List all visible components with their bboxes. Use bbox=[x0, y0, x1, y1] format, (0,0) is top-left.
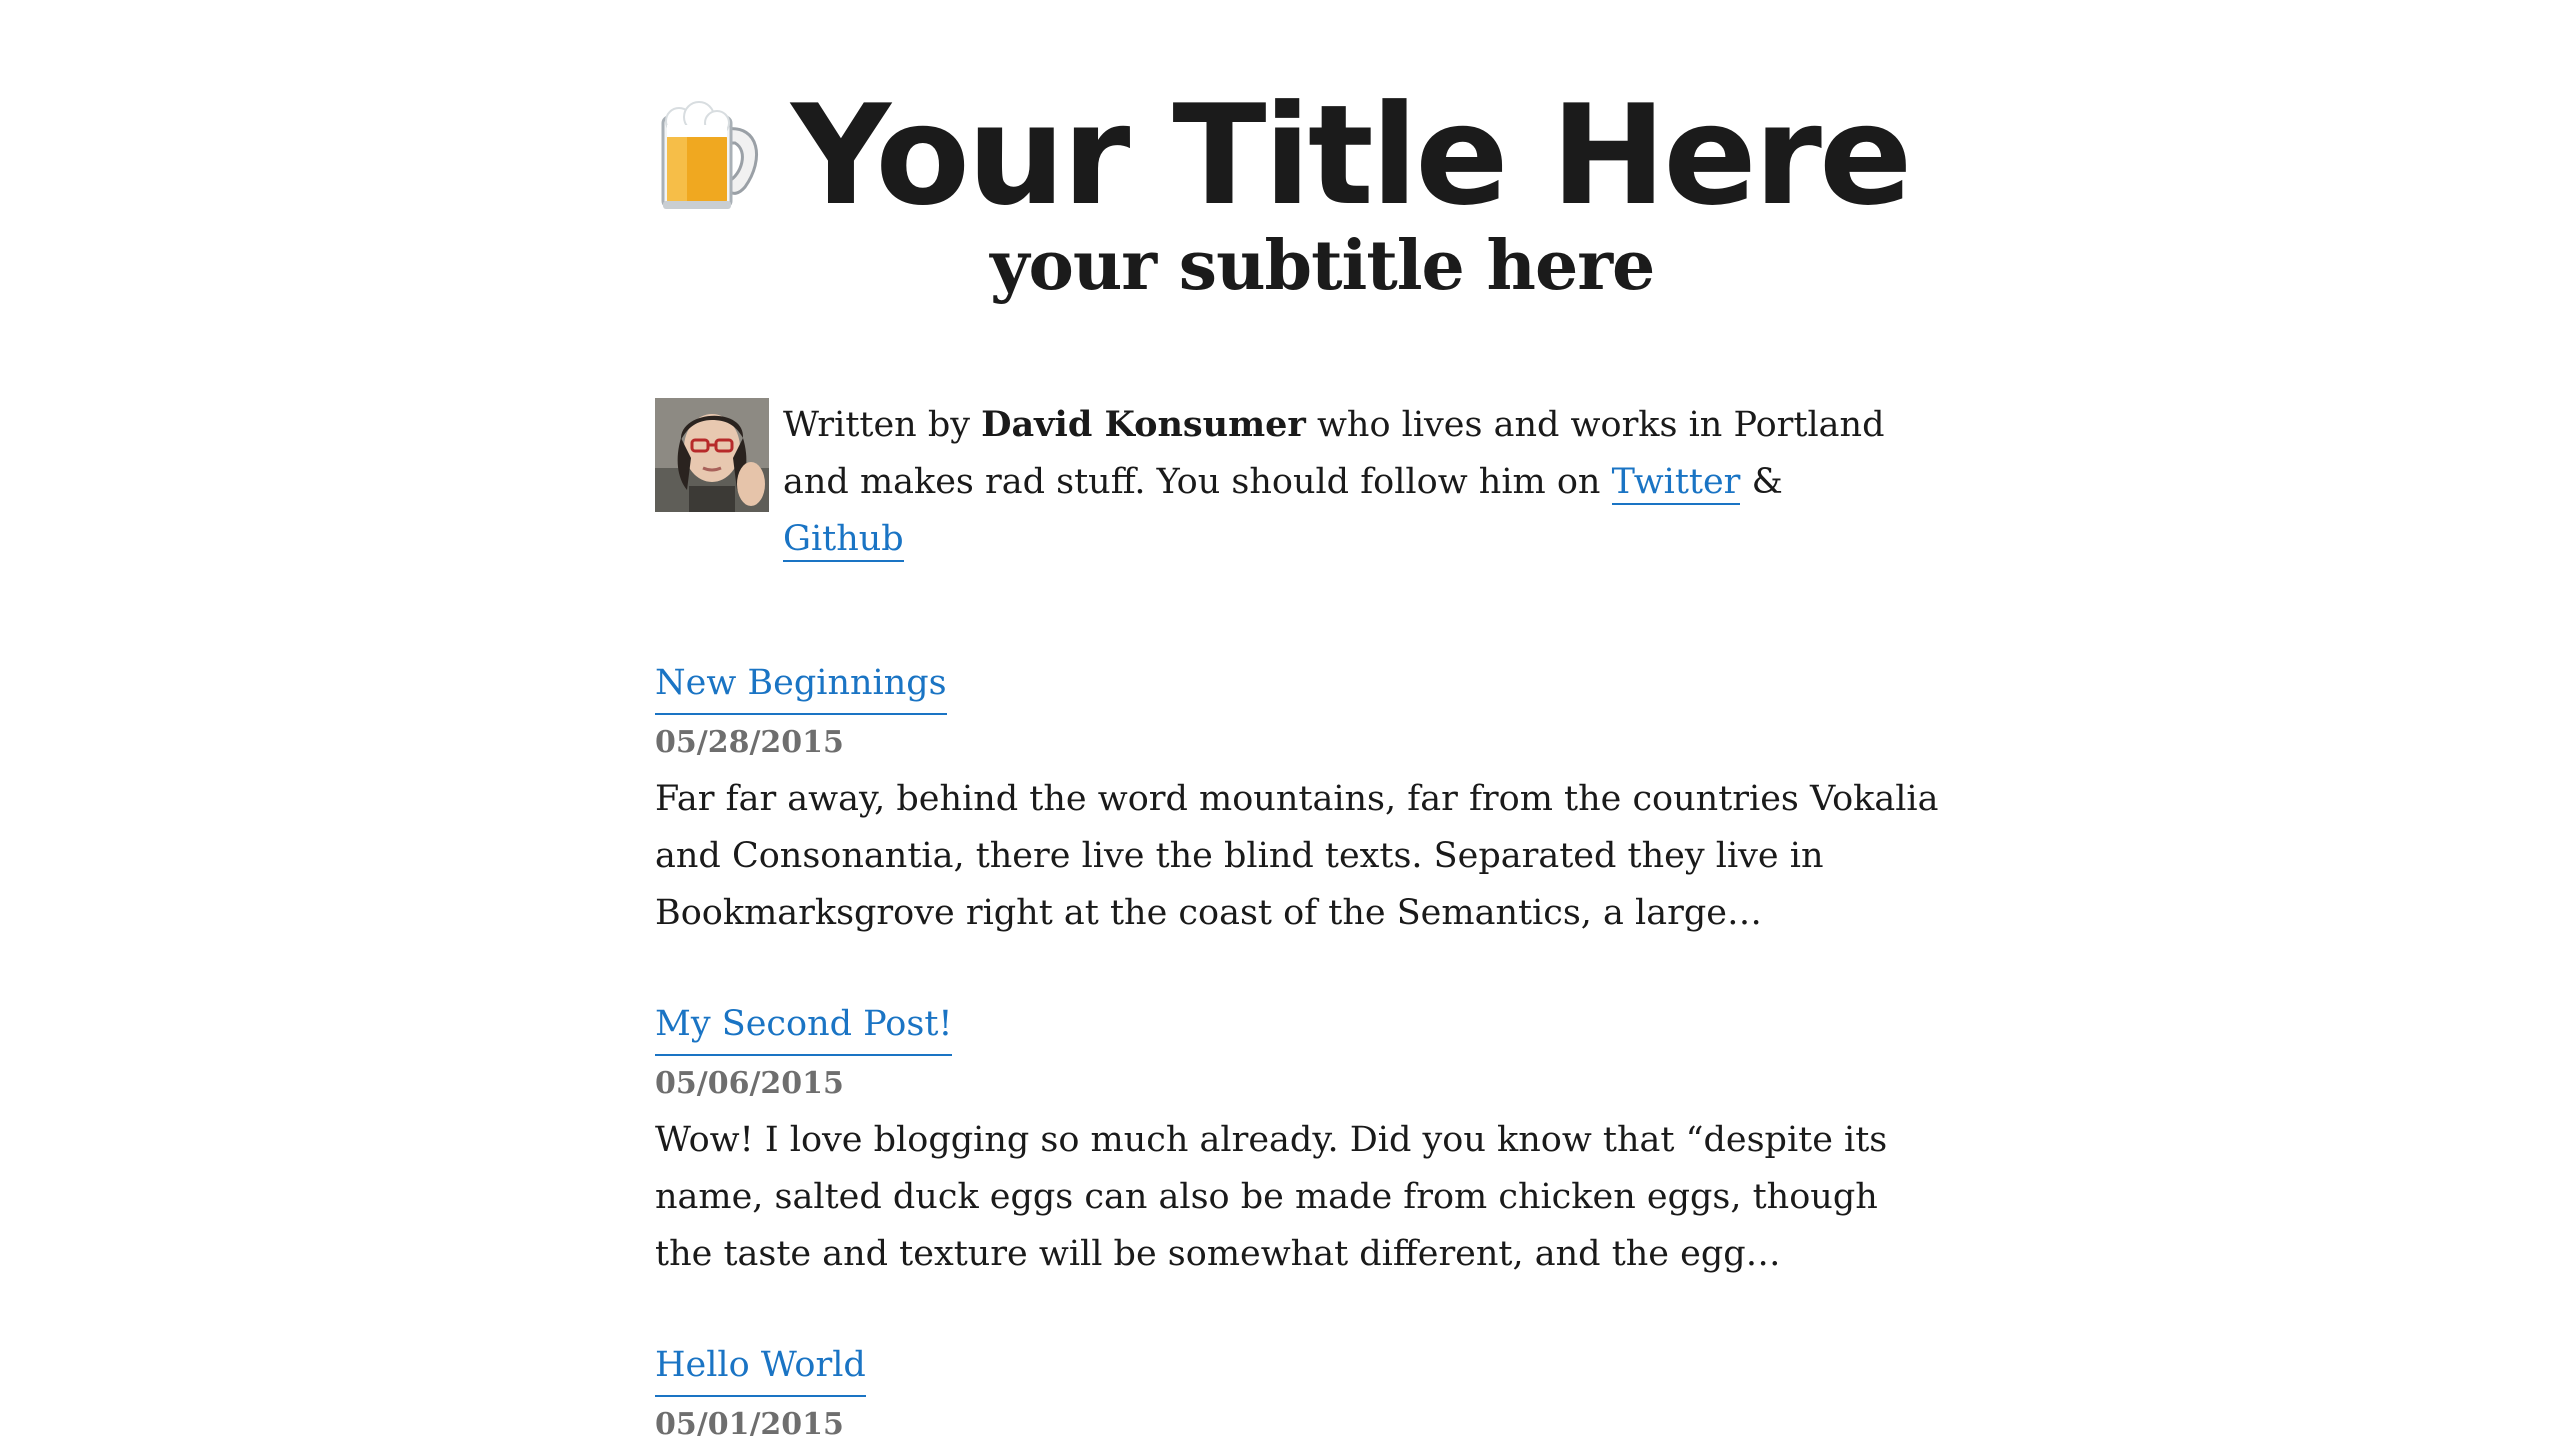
author-avatar bbox=[655, 398, 769, 512]
post-date: 05/01/2015 bbox=[655, 1407, 844, 1436]
post-list: New Beginnings 05/28/2015 Far far away, … bbox=[655, 655, 1955, 1436]
ampersand: & bbox=[1751, 462, 1783, 502]
site-title: Your Title Here bbox=[791, 75, 1912, 236]
post-date: 05/28/2015 bbox=[655, 725, 844, 760]
author-bio: Written by David Konsumer who lives and … bbox=[655, 398, 1955, 568]
post-item: Hello World 05/01/2015 bbox=[655, 1337, 1955, 1436]
site-header: Your Title Here your subtitle here bbox=[655, 86, 1955, 316]
author-prefix: Written by bbox=[783, 405, 971, 445]
post-title-link[interactable]: New Beginnings bbox=[655, 655, 947, 715]
title-row: Your Title Here bbox=[655, 75, 1912, 236]
github-link[interactable]: Github bbox=[783, 519, 904, 562]
post-title-link[interactable]: My Second Post! bbox=[655, 996, 953, 1056]
author-name: David Konsumer bbox=[981, 404, 1306, 445]
twitter-link[interactable]: Twitter bbox=[1611, 462, 1741, 505]
post-title-link[interactable]: Hello World bbox=[655, 1337, 866, 1397]
post-item: New Beginnings 05/28/2015 Far far away, … bbox=[655, 655, 1955, 942]
post-item: My Second Post! 05/06/2015 Wow! I love b… bbox=[655, 996, 1955, 1283]
site-subtitle: your subtitle here bbox=[990, 226, 1655, 306]
author-text: Written by David Konsumer who lives and … bbox=[783, 396, 1903, 568]
post-date: 05/06/2015 bbox=[655, 1066, 844, 1101]
post-excerpt: Far far away, behind the word mountains,… bbox=[655, 779, 1939, 933]
post-excerpt: Wow! I love blogging so much already. Di… bbox=[655, 1120, 1888, 1274]
beer-mug-icon bbox=[661, 101, 759, 209]
